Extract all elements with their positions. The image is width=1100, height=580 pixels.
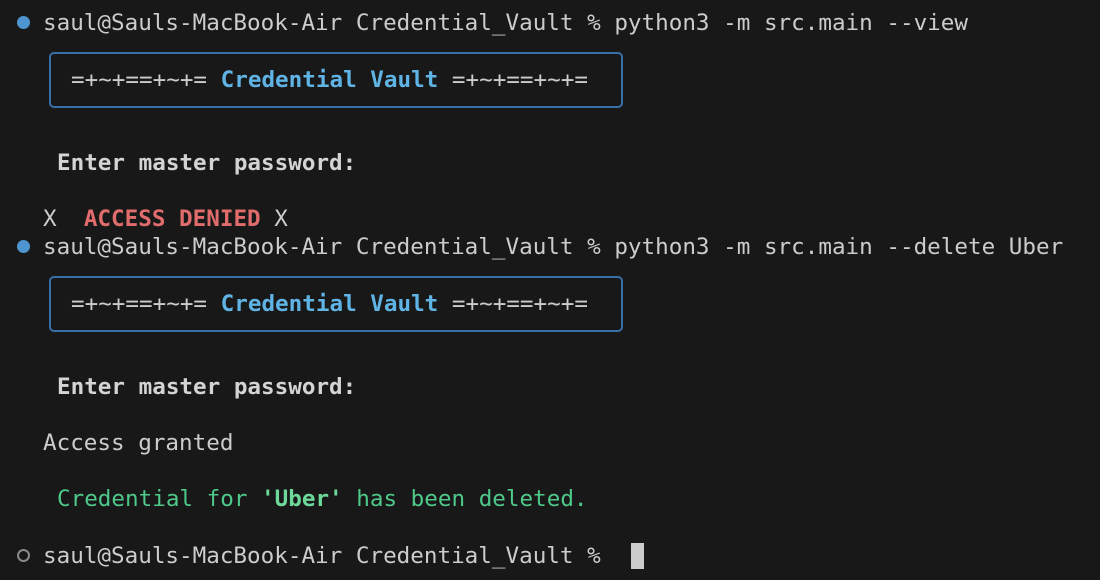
vault-banner: =+~+==+~+= Credential Vault =+~+==+~+= [49, 276, 623, 332]
command-line: saul@Sauls-MacBook-Air Credential_Vault … [43, 7, 968, 39]
command-status-dot[interactable] [17, 240, 30, 253]
access-denied-text: ACCESS DENIED [83, 206, 261, 232]
shell-prompt: saul@Sauls-MacBook-Air Credential_Vault … [43, 543, 615, 569]
banner-decoration-left: =+~+==+~+= [71, 291, 221, 317]
command-text: python3 -m src.main --view [614, 10, 968, 36]
banner-decoration-left: =+~+==+~+= [71, 67, 221, 93]
shell-prompt: saul@Sauls-MacBook-Air Credential_Vault … [43, 234, 615, 260]
password-prompt: Enter master password: [57, 374, 357, 400]
password-prompt: Enter master password: [57, 150, 357, 176]
command-text: python3 -m src.main --delete Uber [614, 234, 1064, 260]
command-status-dot[interactable] [17, 549, 30, 562]
current-command-line[interactable]: saul@Sauls-MacBook-Air Credential_Vault … [43, 540, 614, 572]
banner-title: Credential Vault [220, 291, 439, 317]
deleted-credential-name: 'Uber' [261, 486, 343, 512]
denied-prefix: X [43, 206, 84, 232]
deleted-suffix: has been deleted. [342, 486, 588, 512]
deleted-prefix: Credential for [57, 486, 262, 512]
denied-suffix: X [260, 206, 288, 232]
command-status-dot[interactable] [17, 16, 30, 29]
terminal-cursor [631, 543, 644, 569]
access-granted-text: Access granted [43, 430, 234, 456]
banner-decoration-right: =+~+==+~+= [438, 67, 588, 93]
command-line: saul@Sauls-MacBook-Air Credential_Vault … [43, 231, 1063, 263]
vault-banner: =+~+==+~+= Credential Vault =+~+==+~+= [49, 52, 623, 108]
deleted-message: Credential for 'Uber' has been deleted. [57, 483, 588, 515]
shell-prompt: saul@Sauls-MacBook-Air Credential_Vault … [43, 10, 615, 36]
banner-decoration-right: =+~+==+~+= [438, 291, 588, 317]
banner-title: Credential Vault [220, 67, 439, 93]
